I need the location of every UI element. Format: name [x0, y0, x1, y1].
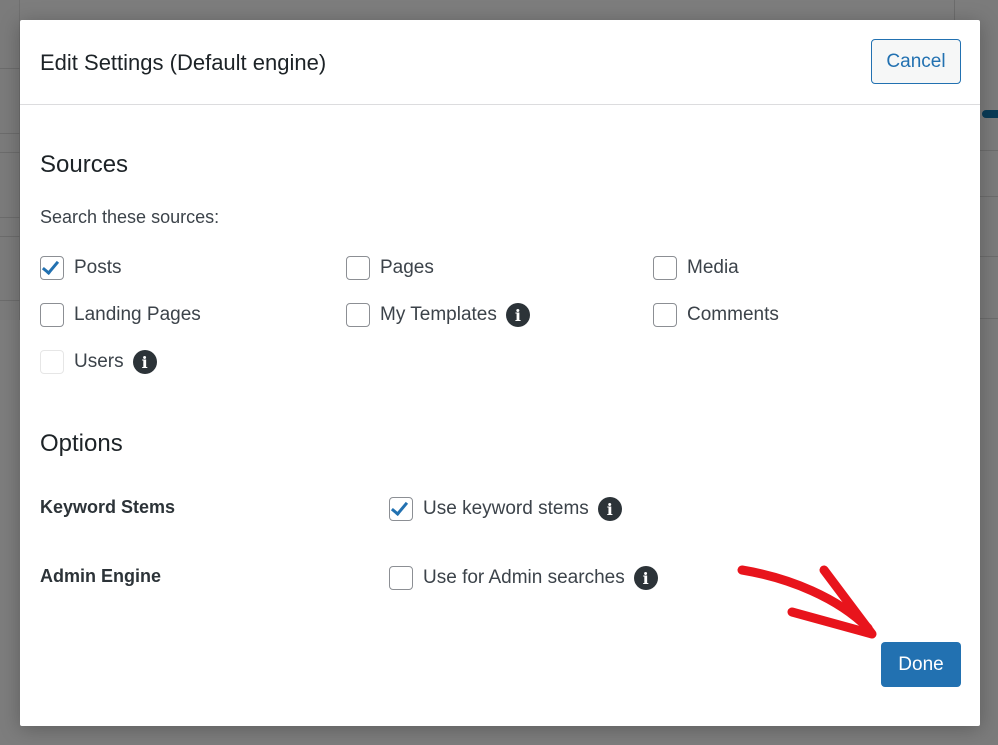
users-checkbox[interactable] [40, 350, 64, 374]
sources-heading: Sources [40, 151, 129, 178]
admin-engine-checkbox[interactable] [389, 566, 413, 590]
comments-checkbox[interactable] [653, 303, 677, 327]
keyword-stems-checkbox[interactable] [389, 497, 413, 521]
media-label: Media [687, 257, 739, 278]
keyword-stems-checkbox-label: Use keyword stems [423, 498, 589, 519]
source-option-media[interactable]: Media [653, 256, 739, 280]
source-option-posts[interactable]: Posts [40, 256, 122, 280]
landing-pages-label: Landing Pages [74, 304, 201, 325]
source-option-users[interactable]: Users i [40, 350, 157, 374]
my-templates-label: My Templates [380, 304, 497, 325]
source-option-comments[interactable]: Comments [653, 303, 779, 327]
admin-engine-option[interactable]: Use for Admin searches i [389, 566, 658, 590]
my-templates-checkbox[interactable] [346, 303, 370, 327]
admin-engine-label: Admin Engine [40, 566, 161, 586]
modal-title: Edit Settings (Default engine) [40, 50, 327, 75]
keyword-stems-label: Keyword Stems [40, 497, 176, 517]
keyword-stems-option[interactable]: Use keyword stems i [389, 497, 622, 521]
source-option-my-templates[interactable]: My Templates i [346, 303, 530, 327]
info-icon[interactable]: i [597, 497, 622, 521]
info-icon[interactable]: i [505, 303, 530, 327]
landing-pages-checkbox[interactable] [40, 303, 64, 327]
edit-settings-modal: Edit Settings (Default engine) Cancel So… [20, 20, 980, 726]
users-label: Users [74, 351, 124, 372]
posts-label: Posts [74, 257, 122, 278]
background-progress-bar [982, 110, 998, 118]
cancel-button[interactable]: Cancel [871, 39, 961, 84]
info-icon[interactable]: i [633, 566, 658, 590]
modal-header: Edit Settings (Default engine) Cancel [20, 20, 980, 105]
posts-checkbox[interactable] [40, 256, 64, 280]
source-option-pages[interactable]: Pages [346, 256, 434, 280]
options-heading: Options [40, 430, 123, 457]
comments-label: Comments [687, 304, 779, 325]
source-option-landing-pages[interactable]: Landing Pages [40, 303, 201, 327]
background-divider [954, 0, 955, 20]
admin-engine-checkbox-label: Use for Admin searches [423, 567, 625, 588]
pages-checkbox[interactable] [346, 256, 370, 280]
media-checkbox[interactable] [653, 256, 677, 280]
pages-label: Pages [380, 257, 434, 278]
background-left-column [0, 0, 20, 320]
info-icon[interactable]: i [132, 350, 157, 374]
done-button[interactable]: Done [881, 642, 961, 687]
sources-hint: Search these sources: [40, 207, 220, 227]
